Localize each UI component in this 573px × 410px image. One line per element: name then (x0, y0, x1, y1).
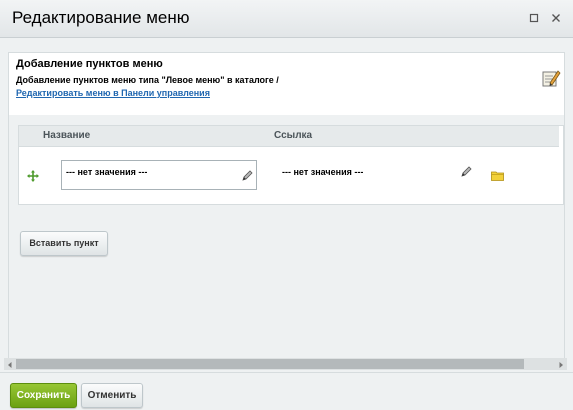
table-header: Название Ссылка (19, 126, 559, 147)
item-name-value: --- нет значения --- (66, 167, 148, 177)
section-title: Добавление пунктов меню (16, 58, 163, 70)
table-row: --- нет значения --- --- нет значения --… (19, 147, 559, 204)
scrollbar-thumb[interactable] (16, 359, 524, 369)
close-icon[interactable] (548, 10, 564, 26)
dialog-footer: Сохранить Отменить (0, 372, 573, 410)
panel-description: Добавление пунктов меню типа "Левое меню… (16, 75, 279, 85)
menu-items-table: Название Ссылка --- нет значения --- ---… (18, 125, 564, 205)
scroll-right-icon[interactable] (555, 358, 567, 370)
add-item-button[interactable]: Вставить пункт (20, 231, 108, 256)
folder-icon[interactable] (491, 168, 504, 181)
drag-handle-icon[interactable] (26, 169, 40, 183)
dialog-titlebar: Редактирование меню (0, 0, 573, 38)
menu-items-area: Название Ссылка --- нет значения --- ---… (9, 115, 564, 370)
save-button[interactable]: Сохранить (10, 383, 77, 408)
maximize-icon[interactable] (526, 10, 542, 26)
scroll-left-icon[interactable] (4, 358, 16, 370)
edit-menu-link[interactable]: Редактировать меню в Панели управления (16, 88, 210, 98)
panel-header: Добавление пунктов меню Добавление пункт… (9, 53, 564, 115)
notepad-pencil-icon[interactable] (541, 68, 561, 88)
content-panel: Добавление пунктов меню Добавление пункт… (8, 52, 565, 370)
dialog-body: Добавление пунктов меню Добавление пункт… (0, 38, 573, 372)
dialog-title: Редактирование меню (12, 8, 190, 27)
horizontal-scrollbar[interactable] (4, 358, 567, 370)
item-link-value[interactable]: --- нет значения --- (282, 167, 363, 177)
column-header-name: Название (43, 130, 91, 141)
item-name-input[interactable]: --- нет значения --- (61, 160, 257, 190)
cancel-button[interactable]: Отменить (81, 383, 143, 408)
column-header-link: Ссылка (274, 130, 313, 141)
pencil-icon[interactable] (241, 169, 253, 181)
pencil-icon[interactable] (460, 165, 472, 177)
